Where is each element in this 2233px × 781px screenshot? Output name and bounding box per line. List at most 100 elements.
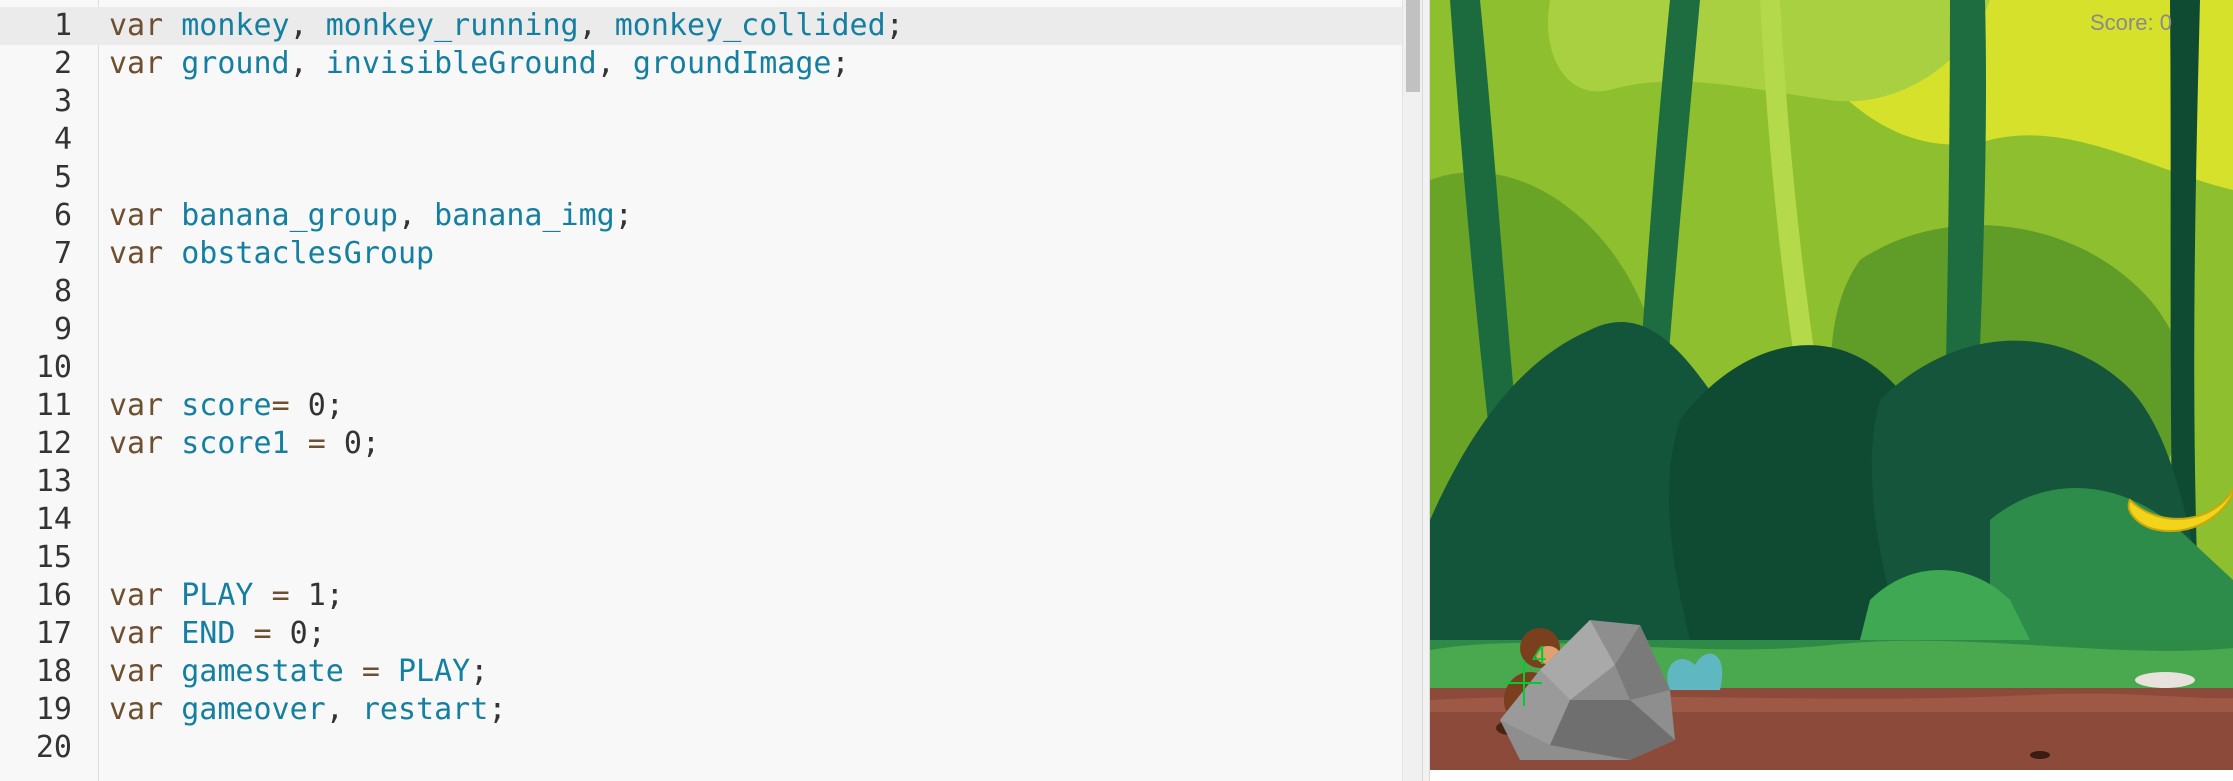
code-token: var: [109, 654, 164, 689]
line-number: 5: [53, 160, 72, 195]
code-token: restart: [361, 692, 489, 727]
code-token: ;: [325, 578, 344, 613]
code-token: banana_group: [181, 198, 398, 233]
code-token: ;: [307, 616, 326, 651]
editor-scrollbar-thumb[interactable]: [1406, 0, 1420, 92]
code-token: ,: [289, 46, 326, 81]
code-line[interactable]: 20: [0, 729, 1402, 767]
code-token: =: [307, 426, 326, 461]
code-token: ;: [470, 654, 489, 689]
code-line[interactable]: 18 var gamestate = PLAY;: [0, 653, 1402, 691]
code-token: groundImage: [632, 46, 832, 81]
code-token: gamestate: [181, 654, 344, 689]
code-token: var: [109, 692, 164, 727]
code-line[interactable]: 1 var monkey, monkey_running, monkey_coll…: [0, 7, 1402, 45]
line-number: 15: [35, 540, 72, 575]
code-text[interactable]: var monkey, monkey_running, monkey_colli…: [109, 7, 904, 45]
code-token: =: [253, 616, 272, 651]
line-number: 16: [35, 578, 72, 613]
code-text[interactable]: var PLAY = 1;: [109, 577, 344, 615]
score-label: Score: 0: [2090, 10, 2172, 35]
code-token: monkey_running: [325, 8, 579, 43]
code-editor[interactable]: 1 var monkey, monkey_running, monkey_coll…: [0, 0, 1422, 781]
code-line[interactable]: 16 var PLAY = 1;: [0, 577, 1402, 615]
code-line[interactable]: 19 var gameover, restart;: [0, 691, 1402, 729]
ground-pebble: [2030, 751, 2050, 759]
code-token: ;: [325, 388, 344, 423]
code-line[interactable]: 11 var score= 0;: [0, 387, 1402, 425]
code-token: PLAY: [181, 578, 254, 613]
code-token: score: [181, 388, 272, 423]
code-token: ;: [488, 692, 507, 727]
line-number: 2: [53, 46, 72, 81]
code-token: score1: [181, 426, 290, 461]
code-line[interactable]: 17 var END = 0;: [0, 615, 1402, 653]
code-text[interactable]: var ground, invisibleGround, groundImage…: [109, 45, 850, 83]
pane-divider[interactable]: [1422, 0, 1430, 781]
line-number: 14: [35, 502, 72, 537]
line-number: 20: [35, 730, 72, 765]
code-token: invisibleGround: [325, 46, 597, 81]
game-preview-pane: Score: 0 4: [1430, 0, 2233, 781]
code-token: ;: [831, 46, 850, 81]
code-text[interactable]: var obstaclesGroup: [109, 235, 434, 273]
line-number: 6: [53, 198, 72, 233]
game-canvas[interactable]: Score: 0 4: [1430, 0, 2233, 770]
code-token: var: [109, 236, 164, 271]
code-token: ,: [289, 8, 326, 43]
code-line[interactable]: 9: [0, 311, 1402, 349]
code-token: var: [109, 616, 164, 651]
line-number: 17: [35, 616, 72, 651]
code-text[interactable]: var END = 0;: [109, 615, 326, 653]
code-line[interactable]: 6 var banana_group, banana_img;: [0, 197, 1402, 235]
code-line[interactable]: 14: [0, 501, 1402, 539]
line-number: 19: [35, 692, 72, 727]
code-token: 0: [289, 616, 308, 651]
code-line[interactable]: 4: [0, 121, 1402, 159]
code-line[interactable]: 3: [0, 83, 1402, 121]
code-text[interactable]: var gameover, restart;: [109, 691, 506, 729]
code-line[interactable]: 12 var score1 = 0;: [0, 425, 1402, 463]
code-line[interactable]: 7 var obstaclesGroup: [0, 235, 1402, 273]
line-number: 3: [53, 84, 72, 119]
line-number: 8: [53, 274, 72, 309]
code-token: obstaclesGroup: [181, 236, 435, 271]
line-number: 4: [53, 122, 72, 157]
code-area[interactable]: 1 var monkey, monkey_running, monkey_coll…: [0, 0, 1422, 781]
code-token: =: [271, 578, 290, 613]
line-number: 11: [35, 388, 72, 423]
code-token: ,: [398, 198, 435, 233]
code-text[interactable]: var gamestate = PLAY;: [109, 653, 488, 691]
code-token: ground: [181, 46, 290, 81]
code-line[interactable]: 2 var ground, invisibleGround, groundImag…: [0, 45, 1402, 83]
code-token: var: [109, 578, 164, 613]
code-text[interactable]: var score= 0;: [109, 387, 344, 425]
line-number: 1: [53, 8, 72, 43]
code-line[interactable]: 5: [0, 159, 1402, 197]
code-token: =: [271, 388, 290, 423]
code-line[interactable]: 13: [0, 463, 1402, 501]
line-number: 13: [35, 464, 72, 499]
code-line[interactable]: 8: [0, 273, 1402, 311]
line-number: 12: [35, 426, 72, 461]
code-token: var: [109, 198, 164, 233]
code-line[interactable]: 15: [0, 539, 1402, 577]
code-token: var: [109, 426, 164, 461]
code-line[interactable]: 10: [0, 349, 1402, 387]
editor-scrollbar[interactable]: [1402, 0, 1422, 781]
code-text[interactable]: var score1 = 0;: [109, 425, 380, 463]
line-number: 7: [53, 236, 72, 271]
code-token: ,: [596, 46, 633, 81]
code-token: var: [109, 8, 164, 43]
code-text[interactable]: var banana_group, banana_img;: [109, 197, 633, 235]
code-token: gameover: [181, 692, 326, 727]
